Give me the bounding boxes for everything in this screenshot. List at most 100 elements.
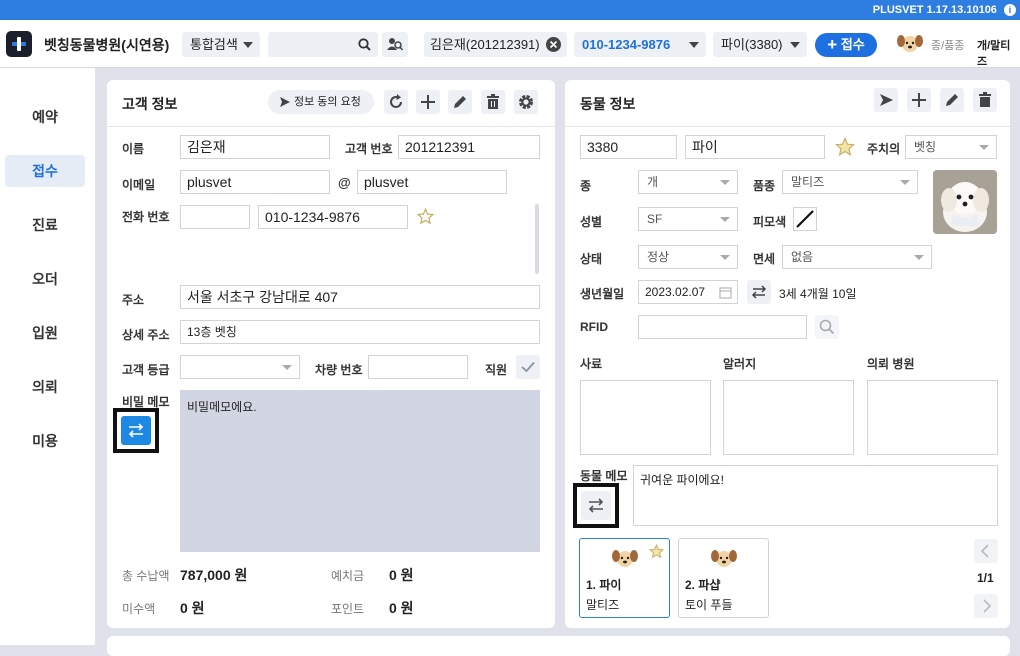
search-icon[interactable]: [358, 38, 371, 51]
nav-item-order[interactable]: 오더: [5, 263, 85, 295]
referral-hospital-box[interactable]: [867, 380, 998, 455]
settings-button[interactable]: [514, 90, 538, 114]
sex-select[interactable]: SF: [638, 207, 738, 231]
animal-name-input[interactable]: 파이: [685, 135, 825, 159]
calendar-icon[interactable]: [719, 286, 732, 299]
pet-card[interactable]: 2. 파샵 토이 푸들: [678, 538, 769, 618]
gear-icon: [519, 95, 533, 109]
name-label: 이름: [122, 142, 145, 156]
feed-box[interactable]: [580, 380, 711, 455]
tax-exempt-select[interactable]: 없음: [782, 245, 932, 269]
consent-request-button[interactable]: 정보 동의 요청: [268, 90, 374, 114]
animal-id-input[interactable]: 3380: [580, 135, 677, 159]
star-icon[interactable]: [835, 137, 855, 157]
species-select[interactable]: 개: [638, 170, 738, 194]
secret-memo-swap-button[interactable]: [121, 416, 151, 445]
plusvet-logo-icon: [6, 31, 32, 57]
breed-select[interactable]: 말티즈: [782, 170, 918, 194]
refresh-icon: [390, 94, 402, 108]
star-icon[interactable]: [417, 208, 434, 225]
person-search-icon: [387, 38, 403, 51]
coat-color-swatch[interactable]: [793, 207, 817, 231]
staff-checkbox[interactable]: [516, 355, 540, 379]
send-icon: [280, 97, 290, 107]
customer-search-button[interactable]: [382, 32, 408, 57]
add-animal-button[interactable]: [907, 88, 931, 112]
phone-prefix-input[interactable]: [180, 205, 250, 229]
delete-button[interactable]: [481, 90, 505, 114]
phone-label: 전화 번호: [122, 210, 170, 224]
secret-memo-text[interactable]: 비밀메모에요.: [180, 390, 540, 552]
allergy-box[interactable]: [723, 380, 854, 455]
chevron-down-icon: [790, 42, 800, 48]
pet-card-title: 2. 파샵: [685, 578, 721, 592]
breed-value: 말티즈: [791, 175, 825, 189]
status-label: 상태: [580, 252, 603, 266]
chevron-down-icon: [243, 42, 253, 48]
send-button[interactable]: [874, 88, 898, 112]
animal-info-panel: 동물 정보 3380 파이 주치의 벳칭 종 개 품종 말티즈 성별 SF 피모…: [565, 80, 1010, 628]
nav-item-hospitalization[interactable]: 입원: [5, 317, 85, 349]
clear-icon[interactable]: [546, 37, 561, 52]
pencil-icon: [946, 94, 958, 106]
pet-next-button[interactable]: [974, 594, 998, 618]
animal-memo-text[interactable]: 귀여운 파이에요!: [633, 465, 998, 526]
nav-item-reservation[interactable]: 예약: [5, 101, 85, 133]
current-customer-chip[interactable]: 김은재(201212391): [424, 32, 567, 57]
address-input[interactable]: 서울 서초구 강남대로 407: [180, 285, 540, 309]
pet-select[interactable]: 파이(3380): [713, 32, 807, 57]
nav-item-referral[interactable]: 의뢰: [5, 371, 85, 403]
referral-hospital-label: 의뢰 병원: [867, 357, 915, 371]
refresh-button[interactable]: [384, 90, 408, 114]
email-domain-input[interactable]: plusvet: [357, 170, 507, 194]
search-type-select[interactable]: 통합검색: [182, 32, 260, 57]
pet-card-breed: 토이 푸들: [685, 598, 733, 612]
add-button[interactable]: [416, 90, 440, 114]
birthdate-input[interactable]: 2023.02.07: [638, 280, 738, 304]
pet-card[interactable]: 1. 파이 말티즈: [579, 538, 670, 618]
bottom-panel: [107, 636, 1010, 656]
phone-select[interactable]: 010-1234-9876: [574, 32, 706, 57]
car-number-input[interactable]: [368, 355, 468, 379]
age-toggle-button[interactable]: [747, 280, 771, 304]
edit-animal-button[interactable]: [940, 88, 964, 112]
pet-prev-button[interactable]: [974, 539, 998, 563]
delete-animal-button[interactable]: [973, 88, 997, 112]
name-input[interactable]: 김은재: [180, 135, 330, 159]
animal-memo-swap-highlight: [573, 483, 619, 528]
dog-photo-icon: [933, 170, 997, 234]
detail-address-input[interactable]: 13층 벳칭: [180, 320, 540, 344]
doctor-select[interactable]: 벳칭: [905, 135, 997, 159]
email-user-input[interactable]: plusvet: [180, 170, 330, 194]
nav-item-treatment[interactable]: 진료: [5, 209, 85, 241]
phone-list-scrollbar[interactable]: [535, 204, 539, 274]
status-select[interactable]: 정상: [638, 245, 738, 269]
birthdate-label: 생년월일: [580, 287, 625, 301]
nav-item-grooming[interactable]: 미용: [5, 425, 85, 457]
nav-item-reception[interactable]: 접수: [5, 155, 85, 187]
species-value: 개: [647, 175, 659, 189]
point-label: 포인트: [331, 602, 365, 616]
pet-card-breed: 말티즈: [586, 598, 620, 612]
animal-memo-swap-button[interactable]: [581, 491, 611, 520]
rfid-search-button[interactable]: [815, 315, 839, 339]
reception-button[interactable]: + 접수: [815, 33, 877, 57]
birthdate-value: 2023.02.07: [645, 285, 706, 299]
send-icon: [880, 94, 893, 106]
customer-number-input[interactable]: 201212391: [398, 135, 540, 159]
hospital-name[interactable]: 벳칭동물병원(시연용): [44, 35, 169, 55]
search-input[interactable]: [268, 32, 378, 57]
species-label: 종/품종: [931, 40, 965, 52]
edit-button[interactable]: [448, 90, 472, 114]
info-icon[interactable]: i: [1004, 4, 1016, 17]
rfid-input[interactable]: [638, 315, 807, 339]
customer-grade-select[interactable]: [180, 355, 300, 379]
point-value: 0 원: [389, 600, 414, 616]
pet-page-indicator: 1/1: [977, 571, 994, 585]
phone-input[interactable]: 010-1234-9876: [258, 205, 408, 229]
unpaid-label: 미수액: [122, 602, 156, 616]
allergy-label: 알러지: [723, 357, 757, 371]
sex-value: SF: [647, 212, 663, 226]
star-icon[interactable]: [649, 544, 664, 559]
animal-photo[interactable]: [933, 170, 997, 234]
